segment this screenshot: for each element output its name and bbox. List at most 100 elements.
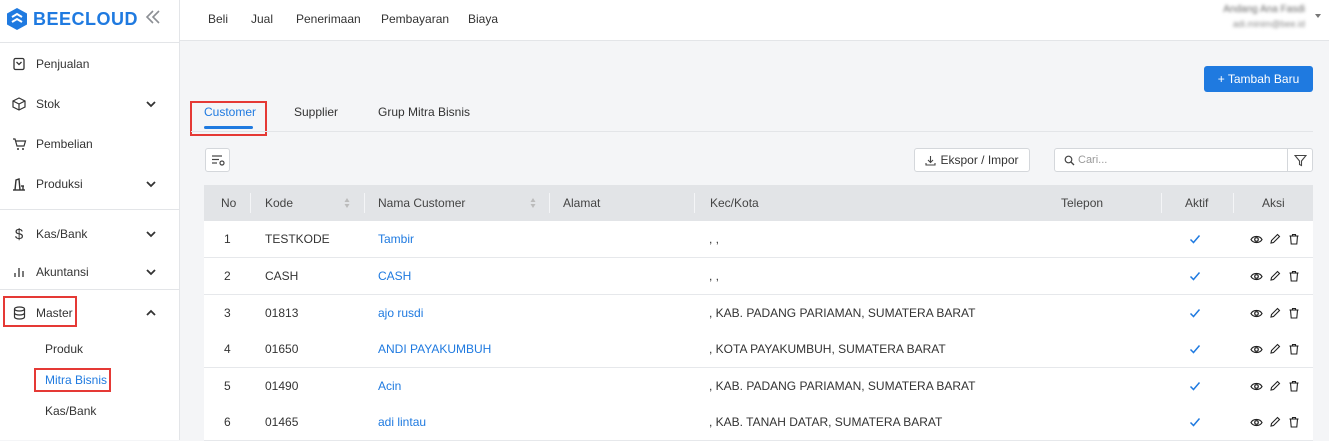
cell-kec-kota: , KAB. PADANG PARIAMAN, SUMATERA BARAT: [709, 306, 976, 320]
delete-trash-icon[interactable]: [1287, 232, 1301, 246]
view-eye-icon[interactable]: [1249, 379, 1263, 393]
check-icon: [1189, 418, 1201, 427]
view-eye-icon[interactable]: [1249, 342, 1263, 356]
sidebar-divider: [0, 42, 179, 43]
view-eye-icon[interactable]: [1249, 269, 1263, 283]
delete-trash-icon[interactable]: [1287, 342, 1301, 356]
cell-no: 1: [224, 232, 231, 246]
column-header-kode[interactable]: Kode: [265, 196, 293, 210]
cell-nama-customer-link[interactable]: ajo rusdi: [378, 306, 423, 320]
table-row[interactable]: 4 01650 ANDI PAYAKUMBUH , KOTA PAYAKUMBU…: [204, 331, 1313, 368]
table-row[interactable]: 5 01490 Acin , KAB. PADANG PARIAMAN, SUM…: [204, 368, 1313, 405]
sidebar-subitem-produk[interactable]: Produk: [45, 342, 83, 356]
topnav-jual[interactable]: Jual: [251, 12, 273, 26]
table-row[interactable]: 3 01813 ajo rusdi , KAB. PADANG PARIAMAN…: [204, 295, 1313, 332]
sidebar-item-label: Produksi: [36, 177, 83, 191]
column-header-kec-kota: Kec/Kota: [710, 196, 759, 210]
edit-pencil-icon[interactable]: [1268, 415, 1282, 429]
cell-no: 5: [224, 379, 231, 393]
chevron-down-icon[interactable]: [145, 266, 157, 278]
highlight-box-master: [3, 296, 77, 327]
search-input[interactable]: [1078, 154, 1278, 166]
cell-kode: TESTKODE: [265, 232, 330, 246]
search-icon: [1064, 155, 1075, 165]
cell-nama-customer-link[interactable]: Acin: [378, 379, 401, 393]
row-actions: [1249, 415, 1301, 429]
user-menu[interactable]: Andang Ana Fasdi adi.minim@bee.id: [1223, 4, 1305, 29]
edit-pencil-icon[interactable]: [1268, 379, 1282, 393]
cell-nama-customer-link[interactable]: adi lintau: [378, 415, 426, 429]
chevron-down-icon[interactable]: [145, 98, 157, 110]
export-import-button[interactable]: Ekspor / Impor: [914, 148, 1030, 172]
column-separator: [250, 193, 251, 213]
cell-nama-customer-link[interactable]: CASH: [378, 269, 411, 283]
add-new-button[interactable]: + Tambah Baru: [1204, 66, 1313, 92]
view-eye-icon[interactable]: [1249, 415, 1263, 429]
row-actions: [1249, 232, 1301, 246]
row-actions: [1249, 306, 1301, 320]
cell-no: 2: [224, 269, 231, 283]
column-settings-button[interactable]: [205, 148, 230, 172]
topnav-biaya[interactable]: Biaya: [468, 12, 498, 26]
column-separator: [1233, 193, 1234, 213]
edit-pencil-icon[interactable]: [1268, 269, 1282, 283]
cell-kec-kota: , ,: [709, 269, 720, 283]
sidebar-divider: [0, 209, 179, 210]
delete-trash-icon[interactable]: [1287, 306, 1301, 320]
user-name: Andang Ana Fasdi: [1223, 4, 1305, 15]
download-icon: [925, 155, 937, 166]
sidebar-item-kas-bank[interactable]: $ Kas/Bank: [0, 219, 179, 249]
sidebar-item-pembelian[interactable]: Pembelian: [0, 129, 179, 159]
sidebar-item-label: Kas/Bank: [36, 227, 88, 241]
sidebar-item-stok[interactable]: Stok: [0, 89, 179, 119]
receipt-icon: [11, 56, 27, 72]
topnav-beli[interactable]: Beli: [208, 12, 228, 26]
sidebar-subitem-kas-bank[interactable]: Kas/Bank: [45, 404, 96, 418]
caret-down-icon[interactable]: [1315, 14, 1321, 18]
brand-logo[interactable]: BEECLOUD: [6, 6, 138, 32]
chevron-down-icon[interactable]: [145, 178, 157, 190]
column-header-nama-customer[interactable]: Nama Customer: [378, 196, 465, 210]
view-eye-icon[interactable]: [1249, 232, 1263, 246]
sidebar-divider: [0, 289, 179, 290]
table-row[interactable]: 2 CASH CASH , ,: [204, 258, 1313, 295]
collapse-sidebar-icon[interactable]: [144, 8, 164, 28]
sidebar-item-produksi[interactable]: Produksi: [0, 169, 179, 199]
sidebar-item-label: Penjualan: [36, 57, 90, 71]
edit-pencil-icon[interactable]: [1268, 342, 1282, 356]
row-actions: [1249, 342, 1301, 356]
cell-kode: 01490: [265, 379, 299, 393]
view-eye-icon[interactable]: [1249, 306, 1263, 320]
table-row[interactable]: 1 TESTKODE Tambir , ,: [204, 221, 1313, 258]
tabs-divider: [191, 131, 1313, 132]
topnav-penerimaan[interactable]: Penerimaan: [296, 12, 361, 26]
edit-pencil-icon[interactable]: [1268, 232, 1282, 246]
hexagon-logo-icon: [7, 8, 27, 30]
sort-icon[interactable]: [530, 197, 536, 209]
sidebar-item-penjualan[interactable]: Penjualan: [0, 49, 179, 79]
tab-supplier[interactable]: Supplier: [294, 105, 338, 119]
sidebar: BEECLOUD Penjualan Stok Pembelian Produk…: [0, 0, 180, 440]
topnav-pembayaran[interactable]: Pembayaran: [381, 12, 449, 26]
cell-kode: 01650: [265, 342, 299, 356]
delete-trash-icon[interactable]: [1287, 415, 1301, 429]
tab-grup-mitra-bisnis[interactable]: Grup Mitra Bisnis: [378, 105, 470, 119]
delete-trash-icon[interactable]: [1287, 269, 1301, 283]
cell-kode: CASH: [265, 269, 299, 283]
delete-trash-icon[interactable]: [1287, 379, 1301, 393]
filter-button[interactable]: [1287, 148, 1313, 172]
cell-nama-customer-link[interactable]: ANDI PAYAKUMBUH: [378, 342, 491, 356]
sort-icon[interactable]: [344, 197, 350, 209]
cell-kode: 01465: [265, 415, 299, 429]
cart-icon: [11, 136, 27, 152]
cell-nama-customer-link[interactable]: Tambir: [378, 232, 414, 246]
chevron-down-icon[interactable]: [145, 228, 157, 240]
sidebar-item-akuntansi[interactable]: Akuntansi: [0, 257, 179, 287]
factory-icon: [11, 176, 27, 192]
cell-kec-kota: , KAB. PADANG PARIAMAN, SUMATERA BARAT: [709, 379, 976, 393]
search-box[interactable]: [1054, 148, 1288, 172]
edit-pencil-icon[interactable]: [1268, 306, 1282, 320]
cell-no: 4: [224, 342, 231, 356]
table-row[interactable]: 6 01465 adi lintau , KAB. TANAH DATAR, S…: [204, 404, 1313, 441]
chevron-up-icon[interactable]: [145, 307, 157, 319]
